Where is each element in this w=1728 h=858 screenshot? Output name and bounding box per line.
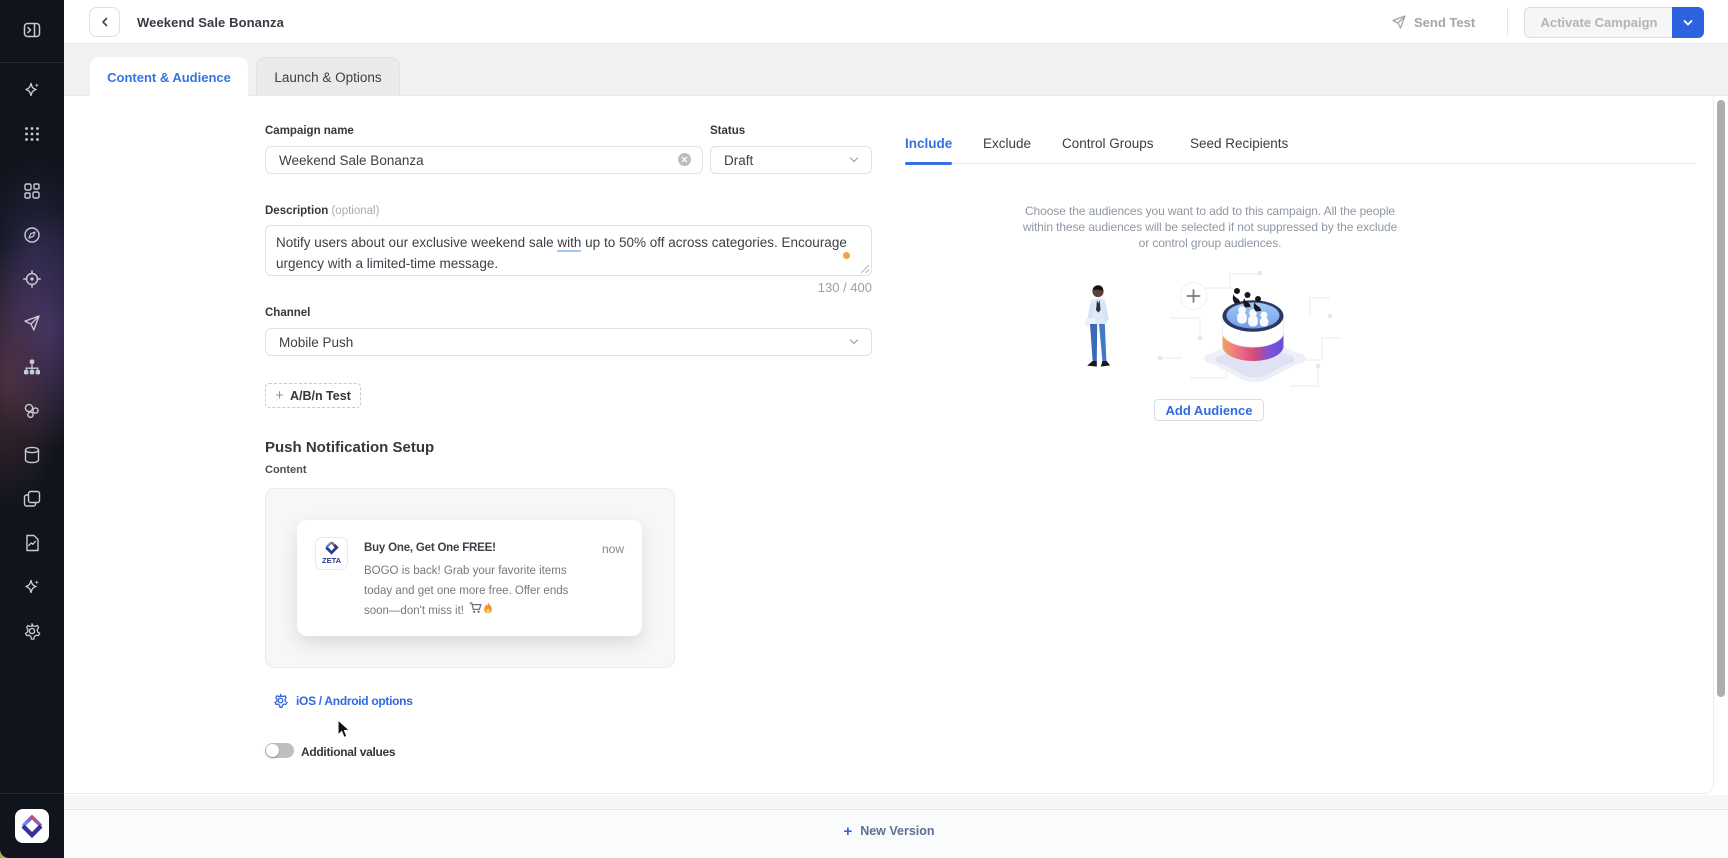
svg-text:ZETA: ZETA — [322, 556, 342, 565]
